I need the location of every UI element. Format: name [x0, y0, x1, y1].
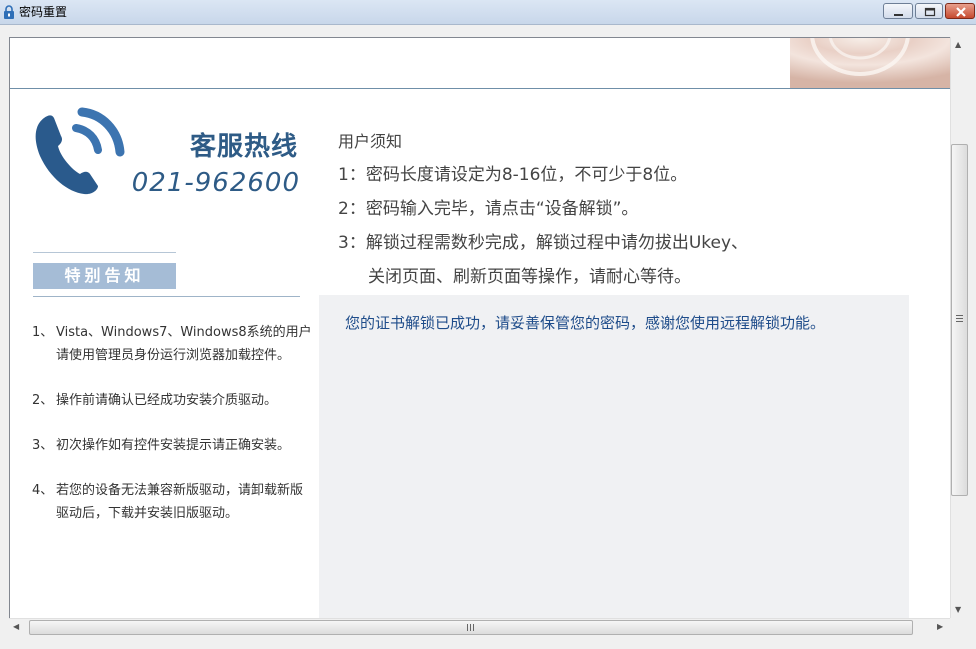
header-banner — [10, 38, 951, 89]
step-2: 2：密码输入完毕，请点击“设备解锁”。 — [338, 199, 639, 219]
window-titlebar[interactable]: 密码重置 — [0, 0, 976, 25]
item-text: 若您的设备无法兼容新版驱动，请卸载新版驱动后，下载并安装旧版驱动。 — [56, 483, 304, 521]
vertical-scroll-thumb[interactable] — [951, 144, 968, 496]
maximize-icon — [924, 7, 936, 17]
list-item: 3、 初次操作如有控件安装提示请正确安装。 — [32, 434, 312, 457]
scroll-down-icon[interactable]: ▼ — [955, 605, 961, 615]
minimize-icon — [894, 14, 903, 16]
scroll-up-icon[interactable]: ▲ — [955, 40, 961, 50]
close-button[interactable] — [945, 3, 975, 19]
success-message: 您的证书解锁已成功，请妥善保管您的密码，感谢您使用远程解锁功能。 — [345, 314, 826, 332]
item-number: 4、 — [32, 483, 54, 498]
step-3: 3：解锁过程需数秒完成，解锁过程中请勿拔出Ukey、 — [338, 233, 749, 253]
special-notice-heading: 特别告知 — [33, 263, 176, 289]
window-title: 密码重置 — [19, 5, 68, 19]
minimize-button[interactable] — [883, 3, 913, 19]
divider — [33, 252, 176, 253]
item-number: 1、 — [32, 325, 54, 340]
lock-icon — [4, 5, 14, 19]
close-icon — [956, 7, 966, 17]
item-text: Vista、Windows7、Windows8系统的用户请使用管理员身份运行浏览… — [56, 325, 312, 363]
user-notice-steps: 1：密码长度请设定为8-16位，不可少于8位。 2：密码输入完毕，请点击“设备解… — [338, 158, 938, 294]
scrollbar-corner — [950, 618, 967, 635]
step-1: 1：密码长度请设定为8-16位，不可少于8位。 — [338, 165, 688, 185]
maximize-button[interactable] — [915, 3, 943, 19]
scroll-right-icon[interactable]: ▶ — [937, 622, 943, 632]
step-3-continued: 关闭页面、刷新页面等操作，请耐心等待。 — [368, 267, 691, 287]
user-notice-title: 用户须知 — [338, 132, 403, 151]
list-item: 4、 若您的设备无法兼容新版驱动，请卸载新版驱动后，下载并安装旧版驱动。 — [32, 479, 312, 525]
phone-icon — [35, 107, 125, 195]
item-text: 操作前请确认已经成功安装介质驱动。 — [56, 393, 278, 408]
list-item: 1、 Vista、Windows7、Windows8系统的用户请使用管理员身份运行… — [32, 321, 312, 367]
item-number: 2、 — [32, 393, 54, 408]
divider — [33, 296, 300, 297]
status-panel: 您的证书解锁已成功，请妥善保管您的密码，感谢您使用远程解锁功能。 — [319, 295, 909, 619]
list-item: 2、 操作前请确认已经成功安装介质驱动。 — [32, 389, 312, 412]
page-content: 客服热线 021-962600 特别告知 1、 Vista、Windows7、Wi… — [9, 37, 951, 619]
item-text: 初次操作如有控件安装提示请正确安装。 — [56, 438, 291, 453]
horizontal-scrollbar[interactable]: ◀ ▶ — [9, 618, 950, 636]
vertical-scrollbar[interactable]: ▲ ▼ — [950, 37, 968, 618]
grip-icon — [956, 315, 963, 322]
item-number: 3、 — [32, 438, 54, 453]
scroll-left-icon[interactable]: ◀ — [13, 622, 19, 632]
horizontal-scroll-thumb[interactable] — [29, 620, 913, 635]
hotline-number: 021-962600 — [131, 168, 300, 198]
grip-icon — [467, 624, 474, 631]
hotline-title: 客服热线 — [189, 132, 298, 162]
banner-photo — [790, 38, 951, 88]
special-notice-list: 1、 Vista、Windows7、Windows8系统的用户请使用管理员身份运行… — [32, 321, 312, 547]
